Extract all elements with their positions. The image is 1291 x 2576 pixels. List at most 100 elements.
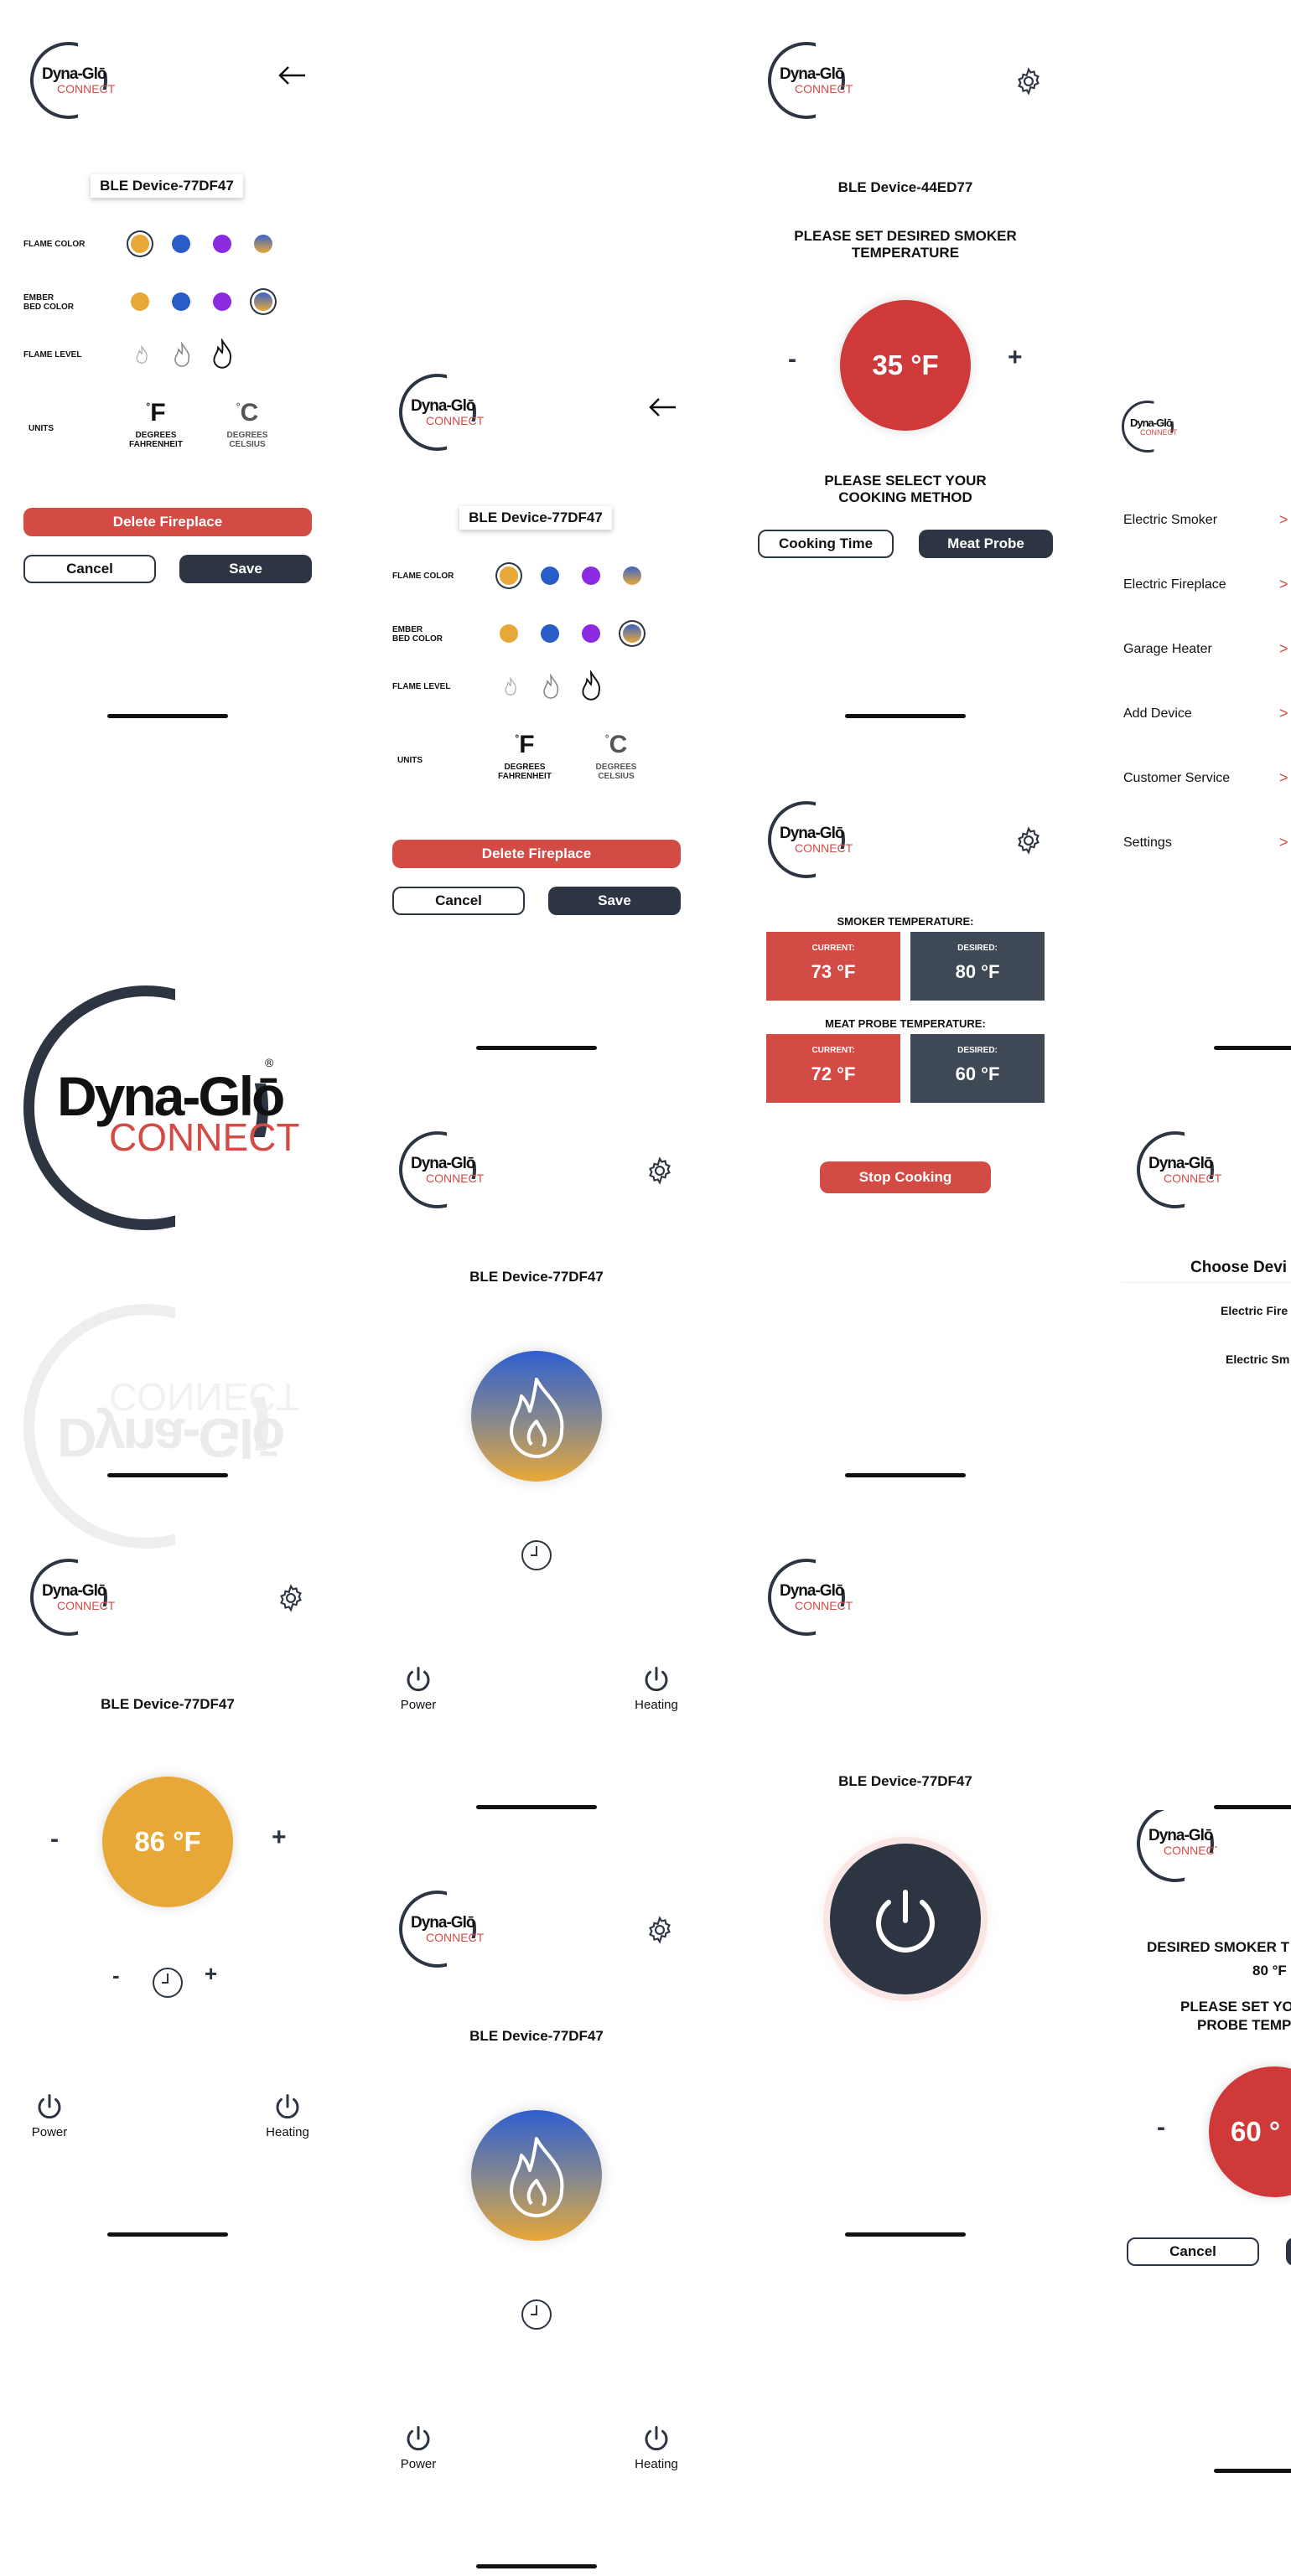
clock-icon[interactable] (520, 2298, 553, 2335)
gear-icon[interactable] (646, 1156, 674, 1185)
set-temperature-prompt: PLEASE SET DESIRED SMOKER TEMPERATURE (794, 228, 1017, 261)
clock-icon[interactable] (520, 1539, 553, 1576)
flame-level-mid-icon[interactable] (171, 340, 193, 371)
power-icon (876, 1890, 935, 1953)
delete-fireplace-button[interactable]: Delete Fireplace (23, 508, 312, 536)
power-control[interactable]: Power (381, 1664, 456, 1712)
heating-icon (276, 2094, 299, 2119)
flame-color-gradient[interactable] (254, 235, 272, 253)
flame-level-mid-icon[interactable] (540, 672, 562, 703)
heating-control[interactable]: Heating (619, 2423, 694, 2471)
temperature-display: 86 °F (102, 1777, 233, 1907)
flame-icon (510, 2137, 564, 2217)
cancel-button[interactable]: Cancel (1127, 2237, 1259, 2266)
timer-plus-button[interactable]: + (205, 1961, 217, 1987)
ember-color-orange[interactable] (131, 292, 149, 311)
minus-button[interactable]: - (788, 345, 796, 374)
smoker-temperature-label: SMOKER TEMPERATURE: (837, 915, 974, 928)
menu-item-electric-smoker[interactable]: Electric Smoker (1123, 513, 1217, 528)
flame-color-blue[interactable] (172, 235, 190, 253)
flame-color-orange[interactable] (131, 235, 149, 253)
brand-logo: Dyna-Glō CONNECT (30, 42, 115, 122)
temperature-display: 35 °F (840, 300, 971, 431)
choose-device-item-smoker[interactable]: Electric Sm (1226, 1353, 1289, 1366)
units-label: UNITS (397, 756, 423, 765)
ember-color-gradient[interactable] (254, 292, 272, 311)
cooking-time-button[interactable]: Cooking Time (758, 530, 894, 558)
timer-minus-button[interactable]: - (112, 1963, 120, 1989)
ember-color-gradient[interactable] (623, 624, 641, 643)
ember-label: EMBER BED COLOR (23, 293, 74, 312)
unit-fahrenheit-option[interactable]: °F DEGREES FAHRENHEIT (117, 399, 194, 449)
heating-control[interactable]: Heating (619, 1664, 694, 1712)
smoker-desired-tile: DESIRED: 80 °F (910, 932, 1045, 1001)
flame-level-high-icon[interactable] (578, 669, 604, 705)
power-control[interactable]: Power (12, 2092, 87, 2139)
brand-logo: Dyna-Glō CONNECT (399, 1131, 484, 1212)
choose-device-item-fireplace[interactable]: Electric Fire (1221, 1304, 1288, 1317)
gear-icon[interactable] (646, 1916, 674, 1944)
ember-color-orange[interactable] (500, 624, 518, 643)
menu-item-settings[interactable]: Settings (1123, 835, 1172, 851)
choose-device-title: Choose Devi (1190, 1259, 1288, 1276)
minus-button[interactable]: - (50, 1825, 59, 1854)
flame-color-blue[interactable] (541, 566, 559, 585)
ember-color-blue[interactable] (541, 624, 559, 643)
desired-smoker-label: DESIRED SMOKER T 80 °F (1147, 1939, 1290, 1979)
save-button[interactable]: Save (548, 887, 681, 915)
delete-fireplace-button[interactable]: Delete Fireplace (392, 840, 681, 868)
flame-level-high-icon[interactable] (210, 337, 235, 373)
power-toggle-button[interactable] (830, 1844, 981, 1994)
splash-logo-reflection: Dyna-Glō CONNECT (23, 1304, 334, 1480)
flame-color-purple[interactable] (582, 566, 600, 585)
cancel-button[interactable]: Cancel (392, 887, 525, 915)
menu-item-electric-fireplace[interactable]: Electric Fireplace (1123, 577, 1226, 592)
gear-icon[interactable] (1014, 826, 1043, 855)
flame-level-low-icon[interactable] (503, 676, 518, 700)
gear-icon[interactable] (1014, 67, 1043, 96)
flame-icon (510, 1378, 564, 1458)
meat-probe-button[interactable]: Meat Probe (919, 530, 1053, 558)
unit-fahrenheit-option[interactable]: °F DEGREES FAHRENHEIT (486, 731, 563, 781)
cancel-button[interactable]: Cancel (23, 555, 156, 583)
unit-celsius-option[interactable]: °C DEGREES CELSIUS (214, 399, 281, 449)
flame-color-orange[interactable] (500, 566, 518, 585)
power-control[interactable]: Power (381, 2423, 456, 2471)
plus-button[interactable]: + (272, 1823, 287, 1852)
home-indicator (476, 1046, 597, 1050)
brand-logo-small: Dyna-Glō CONNECT (1122, 401, 1185, 456)
home-indicator (1214, 1046, 1291, 1050)
probe-temperature-prompt: PLEASE SET YO PROBE TEMP (1180, 1999, 1291, 2033)
unit-celsius-option[interactable]: °C DEGREES CELSIUS (583, 731, 650, 781)
stop-cooking-button[interactable]: Stop Cooking (820, 1161, 991, 1193)
clock-icon[interactable] (151, 1966, 184, 2004)
flame-display[interactable] (471, 1351, 602, 1482)
device-name-label: BLE Device-77DF47 (101, 1696, 235, 1712)
device-name-label: BLE Device-77DF47 (469, 2028, 604, 2044)
menu-item-add-device[interactable]: Add Device (1123, 706, 1192, 722)
home-indicator (107, 1473, 228, 1477)
ember-color-purple[interactable] (582, 624, 600, 643)
flame-display[interactable] (471, 2110, 602, 2241)
menu-item-customer-service[interactable]: Customer Service (1123, 771, 1230, 786)
units-label: UNITS (29, 424, 54, 433)
save-button-partial[interactable] (1286, 2237, 1291, 2266)
back-arrow-icon[interactable] (647, 397, 677, 417)
device-name-label: BLE Device-44ED77 (837, 179, 973, 195)
chevron-right-icon: > (1279, 640, 1288, 657)
probe-temperature-display: 60 ° (1209, 2066, 1291, 2197)
home-indicator (1214, 2469, 1291, 2473)
menu-item-garage-heater[interactable]: Garage Heater (1123, 642, 1212, 657)
heating-control[interactable]: Heating (250, 2092, 325, 2139)
ember-color-purple[interactable] (213, 292, 231, 311)
plus-button[interactable]: + (1008, 344, 1023, 372)
chevron-right-icon: > (1279, 576, 1288, 592)
save-button[interactable]: Save (179, 555, 312, 583)
back-arrow-icon[interactable] (277, 65, 307, 85)
flame-color-purple[interactable] (213, 235, 231, 253)
minus-button[interactable]: - (1157, 2113, 1165, 2142)
flame-level-low-icon[interactable] (134, 344, 149, 368)
gear-icon[interactable] (277, 1584, 305, 1612)
flame-color-gradient[interactable] (623, 566, 641, 585)
ember-color-blue[interactable] (172, 292, 190, 311)
